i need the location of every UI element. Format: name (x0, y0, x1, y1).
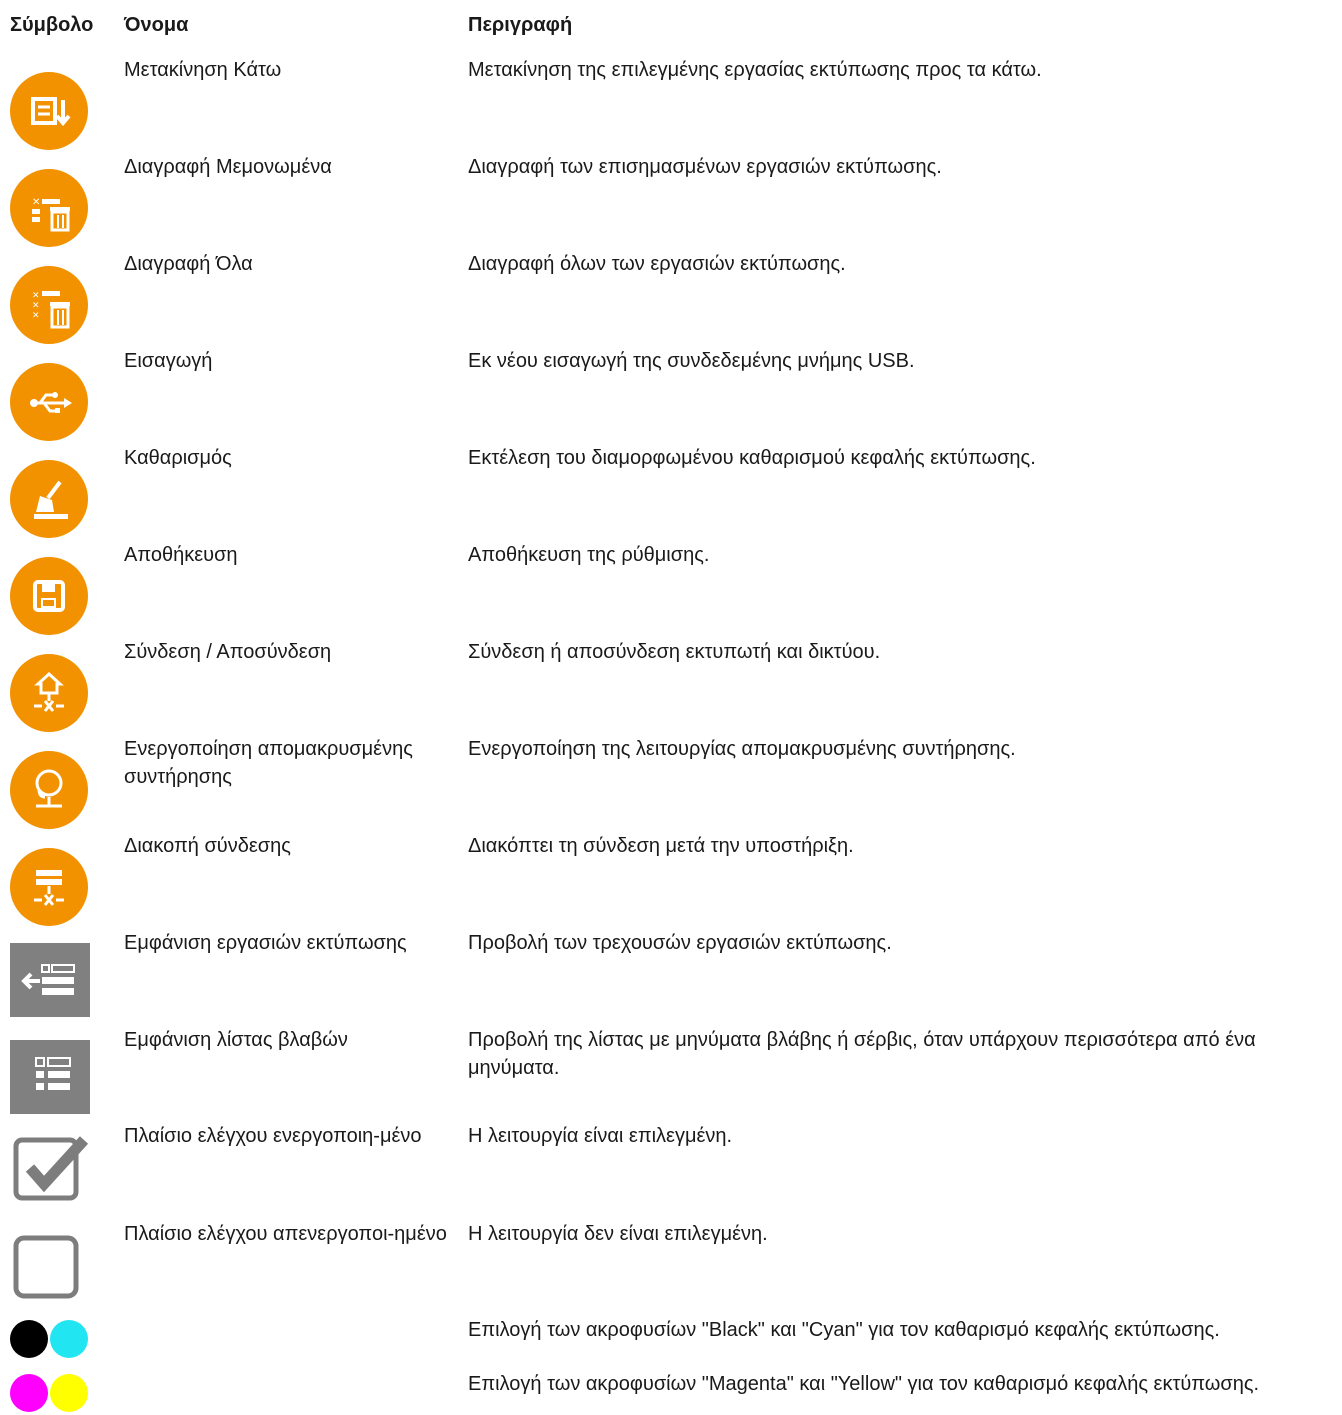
table-row: Εμφάνιση εργασιών εκτύπωσης Προβολή των … (0, 931, 1342, 1017)
network-connect-icon[interactable] (10, 654, 88, 732)
row-name: Σύνδεση / Αποσύνδεση (124, 641, 332, 663)
row-description: Διακόπτει τη σύνδεση μετά την υποστήριξη… (468, 835, 854, 857)
table-row: ✕ Διαγραφή Μεμονωμένα Διαγραφή των επιση… (0, 155, 1342, 247)
show-print-jobs-icon[interactable] (10, 943, 90, 1017)
save-icon[interactable] (10, 557, 88, 635)
checkbox-checked-icon[interactable] (12, 1132, 92, 1206)
header-name: Όνομα (124, 14, 189, 36)
svg-text:✕: ✕ (32, 291, 40, 301)
row-description: Η λειτουργία δεν είναι επιλεγμένη. (468, 1223, 768, 1245)
table-row: ✕ ✕ ✕ Διαγραφή Όλα Διαγραφή όλων των εργ… (0, 252, 1342, 344)
table-row: Ενεργοποίηση απομακρυσμένης συντήρησης Ε… (0, 737, 1342, 829)
cyan-dot (50, 1320, 88, 1358)
magenta-dot (10, 1374, 48, 1412)
disconnect-icon[interactable] (10, 848, 88, 926)
table-row: Μετακίνηση Κάτω Μετακίνηση της επιλεγμέν… (0, 58, 1342, 150)
move-down-icon[interactable] (10, 72, 88, 150)
row-name: Αποθήκευση (124, 544, 238, 566)
header-description: Περιγραφή (468, 14, 573, 36)
row-description: Διαγραφή των επισημασμένων εργασιών εκτύ… (468, 156, 942, 178)
row-name: Διαγραφή Μεμονωμένα (124, 156, 332, 178)
table-row: Εισαγωγή Εκ νέου εισαγωγή της συνδεδεμέν… (0, 349, 1342, 441)
row-description: Προβολή των τρεχουσών εργασιών εκτύπωσης… (468, 932, 892, 954)
svg-text:✕: ✕ (32, 311, 40, 321)
cleaning-icon[interactable] (10, 460, 88, 538)
row-description: Η λειτουργία είναι επιλεγμένη. (468, 1125, 733, 1147)
checkbox-unchecked-icon[interactable] (12, 1230, 92, 1304)
row-name: Καθαρισμός (124, 447, 232, 469)
table-row: Επιλογή των ακροφυσίων "Magenta" και "Ye… (0, 1372, 1342, 1412)
row-name: Εμφάνιση λίστας βλαβών (124, 1029, 348, 1051)
table-row: Αποθήκευση Αποθήκευση της ρύθμισης. (0, 543, 1342, 635)
black-dot (10, 1320, 48, 1358)
row-name: Πλαίσιο ελέγχου απενεργοποι-ημένο (124, 1223, 447, 1245)
delete-selected-icon[interactable]: ✕ (10, 169, 88, 247)
table-row: Σύνδεση / Αποσύνδεση Σύνδεση ή αποσύνδεσ… (0, 640, 1342, 732)
remote-maintenance-icon[interactable] (10, 751, 88, 829)
row-name: Εισαγωγή (124, 350, 213, 372)
row-description: Επιλογή των ακροφυσίων "Magenta" και "Ye… (468, 1373, 1260, 1395)
row-description: Διαγραφή όλων των εργασιών εκτύπωσης. (468, 253, 846, 275)
row-name: Ενεργοποίηση απομακρυσμένης συντήρησης (124, 738, 413, 788)
row-description: Επιλογή των ακροφυσίων "Black" και "Cyan… (468, 1319, 1220, 1341)
row-description: Ενεργοποίηση της λειτουργίας απομακρυσμέ… (468, 738, 1016, 760)
row-name: Μετακίνηση Κάτω (124, 59, 282, 81)
svg-text:✕: ✕ (32, 197, 40, 208)
row-name: Διαγραφή Όλα (124, 253, 253, 275)
svg-text:✕: ✕ (32, 301, 40, 311)
row-name: Πλαίσιο ελέγχου ενεργοποιη-μένο (124, 1125, 422, 1147)
show-error-list-icon[interactable] (10, 1040, 90, 1114)
row-name: Εμφάνιση εργασιών εκτύπωσης (124, 932, 407, 954)
header-symbol: Σύμβολο (10, 14, 94, 36)
row-description: Αποθήκευση της ρύθμισης. (468, 544, 710, 566)
row-description: Εκ νέου εισαγωγή της συνδεδεμένης μνήμης… (468, 350, 915, 372)
row-description: Προβολή της λίστας με μηνύματα βλάβης ή … (468, 1029, 1256, 1079)
table-row: Εμφάνιση λίστας βλαβών Προβολή της λίστα… (0, 1028, 1342, 1114)
row-description: Μετακίνηση της επιλεγμένης εργασίας εκτύ… (468, 59, 1042, 81)
usb-icon[interactable] (10, 363, 88, 441)
table-row: Διακοπή σύνδεσης Διακόπτει τη σύνδεση με… (0, 834, 1342, 926)
row-description: Εκτέλεση του διαμορφωμένου καθαρισμού κε… (468, 447, 1036, 469)
table-row: Επιλογή των ακροφυσίων "Black" και "Cyan… (0, 1318, 1342, 1358)
yellow-dot (50, 1374, 88, 1412)
row-name: Διακοπή σύνδεσης (124, 835, 291, 857)
delete-all-icon[interactable]: ✕ ✕ ✕ (10, 266, 88, 344)
row-description: Σύνδεση ή αποσύνδεση εκτυπωτή και δικτύο… (468, 641, 881, 663)
table-row: Καθαρισμός Εκτέλεση του διαμορφωμένου κα… (0, 446, 1342, 538)
magenta-yellow-nozzles-icon[interactable] (10, 1374, 90, 1414)
black-cyan-nozzles-icon[interactable] (10, 1320, 90, 1360)
